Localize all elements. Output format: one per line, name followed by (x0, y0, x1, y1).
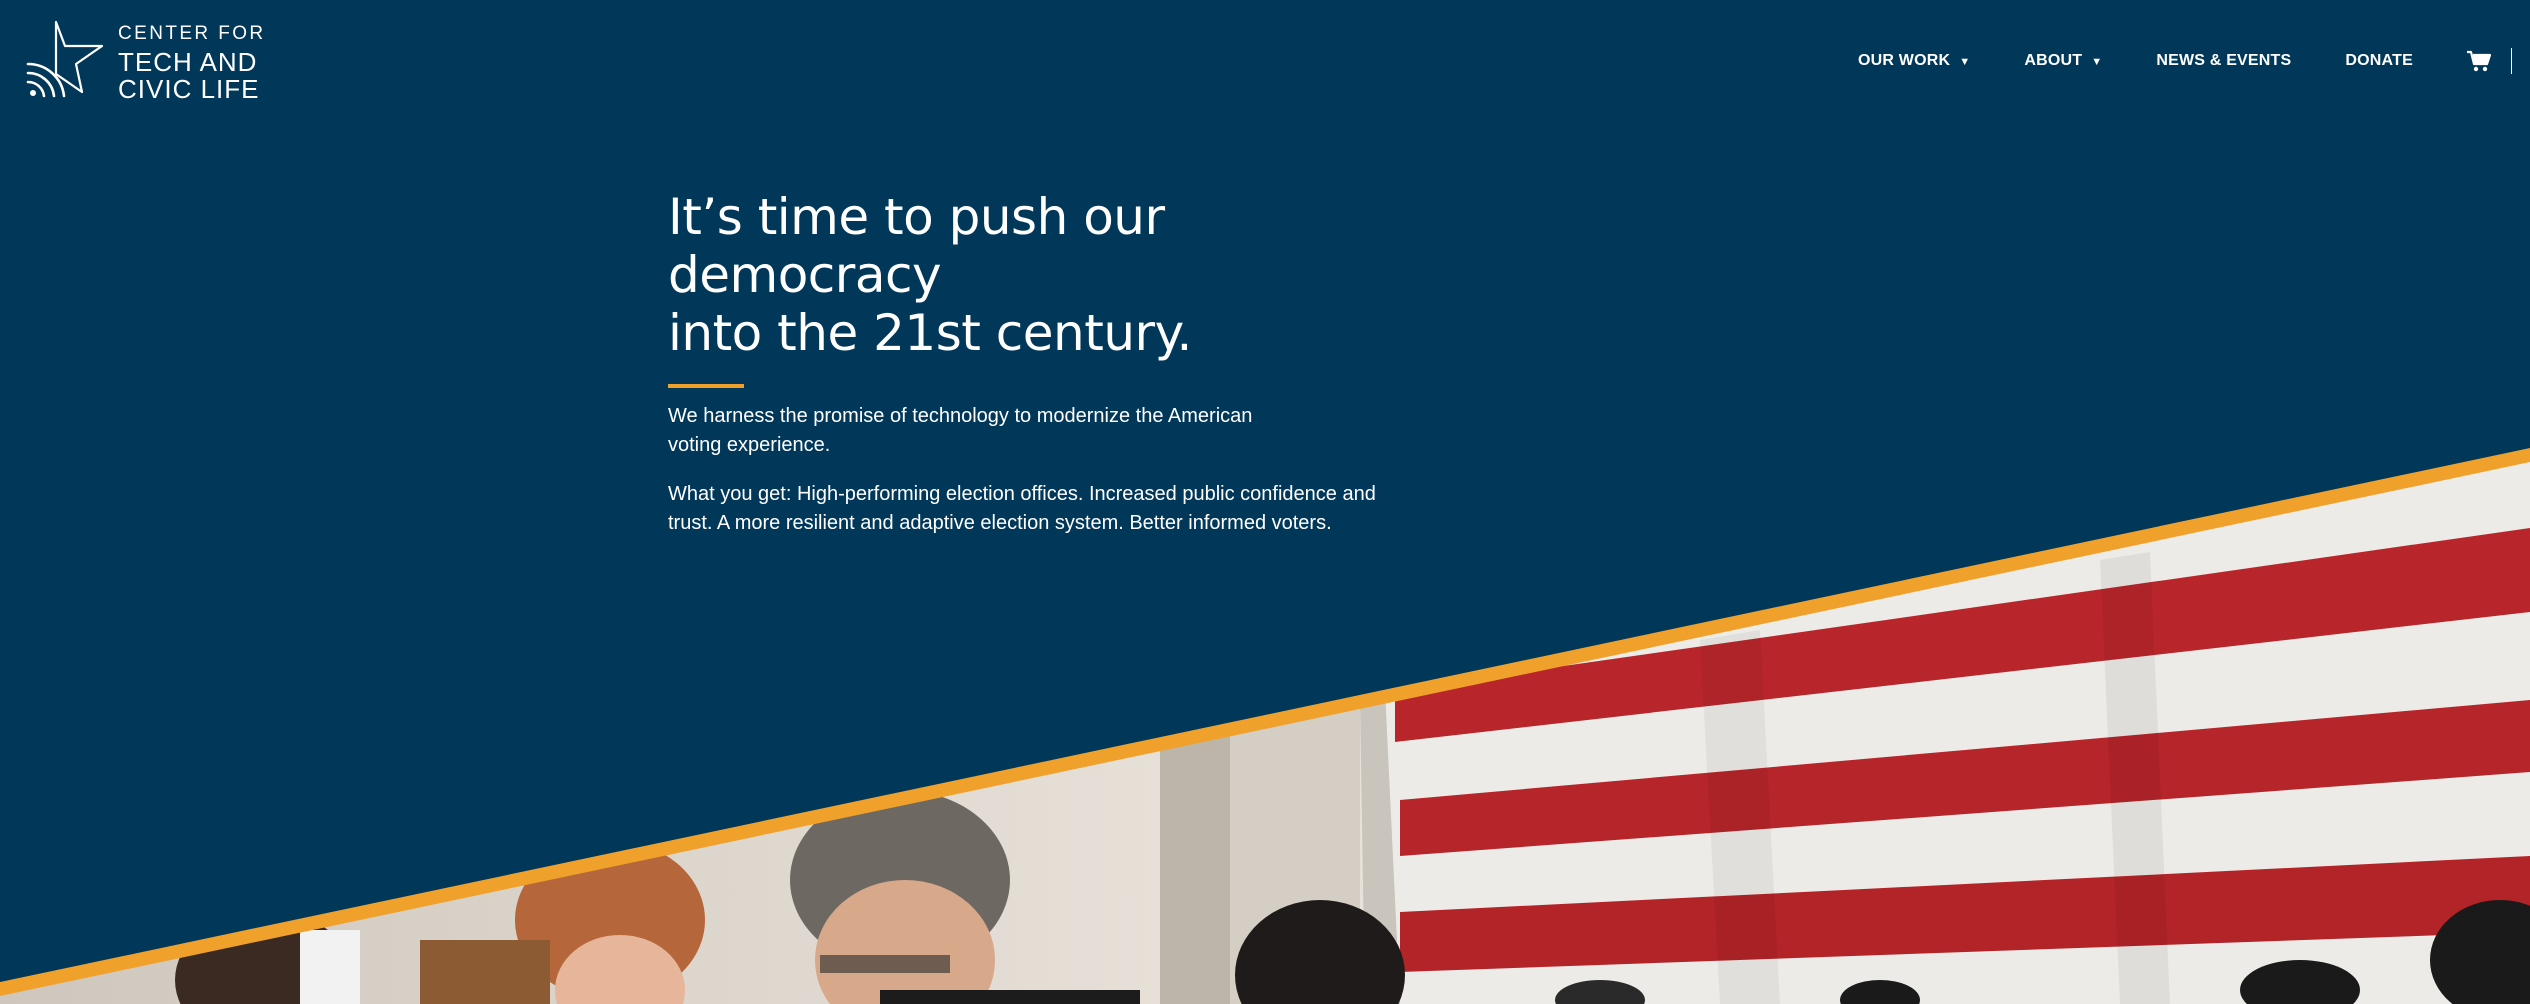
caret-down-icon: ▼ (2091, 56, 2103, 68)
hero-benefits-text: What you get: High-performing election o… (668, 483, 1376, 534)
hero-title: It’s time to push our democracy into the… (668, 188, 1388, 362)
hero-title-line1: It’s time to push our democracy (668, 188, 1165, 304)
main-nav: OUR WORK ▼ ABOUT ▼ NEWS & EVENTS DONATE (1858, 48, 2530, 74)
star-logo-icon (26, 20, 104, 98)
accent-rule (668, 384, 744, 388)
nav-about[interactable]: ABOUT ▼ (2024, 52, 2102, 70)
logo-line-civic-life: CIVIC LIFE (118, 74, 260, 104)
logo-line-center-for: CENTER FOR (118, 23, 266, 44)
logo-wordmark: CENTER FOR TECH AND CIVIC LIFE (118, 24, 266, 103)
nav-news-events[interactable]: NEWS & EVENTS (2156, 52, 2291, 70)
nav-donate[interactable]: DONATE (2345, 52, 2413, 70)
home-page: CENTER FOR TECH AND CIVIC LIFE OUR WORK … (0, 0, 2530, 1004)
nav-about-label: ABOUT (2024, 52, 2083, 69)
nav-divider (2510, 48, 2512, 74)
cart-icon[interactable] (2466, 50, 2491, 72)
hero-intro-text: We harness the promise of technology to … (668, 405, 1253, 456)
nav-our-work-label: OUR WORK (1858, 52, 1951, 69)
logo-line-tech-and: TECH AND (118, 47, 258, 77)
hero-section: It’s time to push our democracy into the… (668, 188, 1388, 538)
logo-link[interactable]: CENTER FOR TECH AND CIVIC LIFE (26, 20, 266, 103)
nav-our-work[interactable]: OUR WORK ▼ (1858, 52, 1970, 70)
hero-title-line2: into the 21st century. (668, 304, 1192, 362)
caret-down-icon: ▼ (1959, 56, 1971, 68)
